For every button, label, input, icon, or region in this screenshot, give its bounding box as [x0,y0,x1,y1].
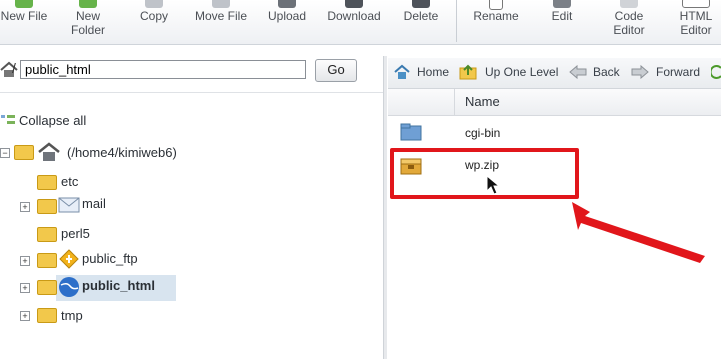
html-editor-icon [682,0,710,8]
folder-icon [37,253,57,268]
collapse-toggle[interactable]: − [0,148,10,158]
mail-icon [58,197,80,213]
tree-item-perl5[interactable]: perl5 [61,226,90,241]
back-link[interactable]: Back [593,65,620,79]
expand-toggle[interactable]: + [20,256,30,266]
path-input[interactable] [20,60,306,79]
list-header: Name [388,89,721,116]
new-folder-icon [79,0,97,8]
navigation-bar: Home Up One Level Back Forward [388,58,721,89]
toolbar-separator [456,0,457,42]
download-button[interactable]: Download [324,0,384,44]
tree-item-tmp[interactable]: tmp [61,308,83,323]
folder-icon [37,199,57,214]
folder-open-icon [14,145,34,160]
expand-toggle[interactable]: + [20,202,30,212]
html-editor-button[interactable]: HTML Editor [670,0,721,44]
up-folder-icon [459,64,477,80]
globe-icon [59,277,79,297]
tree-item-etc[interactable]: etc [61,174,78,189]
edit-button[interactable]: Edit [540,0,584,44]
tree-item-public-html[interactable]: public_html [82,278,155,293]
copy-icon [145,0,163,8]
up-one-level-link[interactable]: Up One Level [485,65,558,79]
back-arrow-icon [569,65,587,79]
new-folder-button[interactable]: New Folder [61,0,115,44]
toolbar: New File New Folder Copy Move File Uploa… [0,0,721,45]
path-separator: / [12,60,16,76]
expand-toggle[interactable]: + [20,311,30,321]
file-row-cgi-bin[interactable]: cgi-bin [388,118,721,150]
move-file-icon [212,0,230,8]
rename-button[interactable]: Rename [469,0,523,44]
new-file-icon [15,0,33,8]
delete-button[interactable]: Delete [399,0,443,44]
upload-button[interactable]: Upload [265,0,309,44]
file-name: cgi-bin [465,126,501,140]
folder-icon [400,123,422,141]
pane-splitter[interactable] [383,56,387,359]
directory-tree: Collapse all − (/home4/kimiweb6) etc + m… [0,92,383,360]
path-bar: / Go [0,57,383,87]
download-icon [345,0,363,8]
folder-icon [37,227,57,242]
edit-icon [553,0,571,8]
collapse-all-link[interactable]: Collapse all [19,113,86,128]
home-icon [394,64,410,79]
red-highlight-box [390,148,579,199]
folder-icon [37,175,57,190]
red-arrow-annotation [572,202,705,263]
code-editor-icon [620,0,638,8]
code-editor-button[interactable]: Code Editor [603,0,655,44]
forward-link[interactable]: Forward [656,65,700,79]
name-column-header[interactable]: Name [465,94,500,109]
home-icon [38,142,60,161]
go-button[interactable]: Go [315,59,357,82]
tree-item-public-ftp[interactable]: public_ftp [82,251,138,266]
upload-icon [278,0,296,8]
forward-arrow-icon [631,65,649,79]
tree-root-label[interactable]: (/home4/kimiweb6) [67,145,177,160]
move-file-button[interactable]: Move File [192,0,250,44]
column-separator [454,89,455,115]
cursor-icon [486,175,500,195]
folder-icon [37,308,57,323]
new-file-button[interactable]: New File [0,0,48,44]
copy-button[interactable]: Copy [132,0,176,44]
ftp-icon [59,249,79,269]
reload-icon [711,65,721,79]
collapse-all-icon [1,115,15,124]
folder-icon [37,280,57,295]
home-link[interactable]: Home [417,65,449,79]
expand-toggle[interactable]: + [20,283,30,293]
delete-icon [412,0,430,8]
tree-item-mail[interactable]: mail [82,196,106,211]
